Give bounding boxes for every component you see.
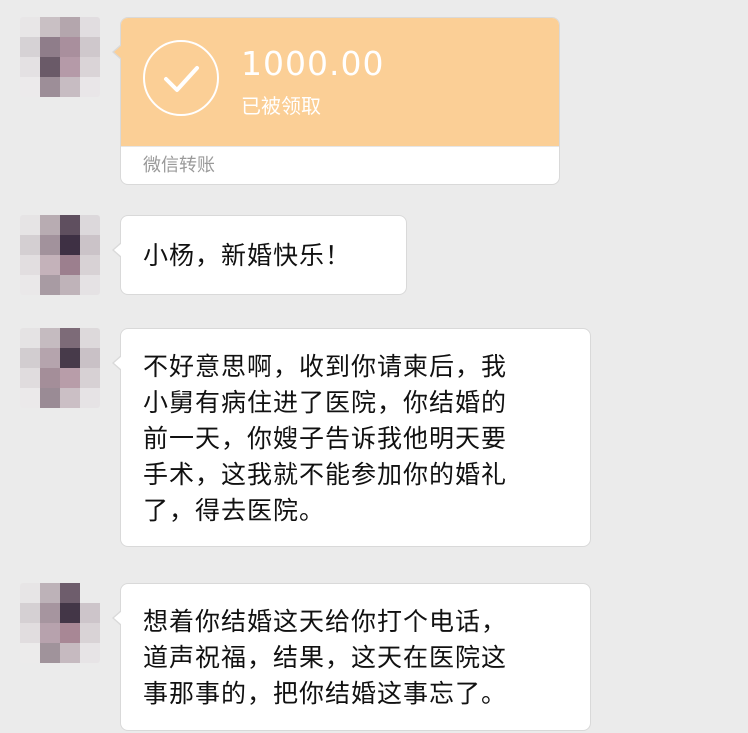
- message-text: 想着你结婚这天给你打个电话， 道声祝福，结果，这天在医院这 事那事的，把你结婚这…: [143, 607, 508, 708]
- avatar[interactable]: [20, 328, 100, 408]
- avatar[interactable]: [20, 215, 100, 295]
- check-icon: [143, 40, 219, 116]
- message-text: 不好意思啊，收到你请柬后，我 小舅有病住进了医院，你结婚的 前一天，你嫂子告诉我…: [143, 352, 508, 525]
- transfer-card[interactable]: 1000.00 已被领取 微信转账: [112, 17, 560, 185]
- message-bubble[interactable]: 不好意思啊，收到你请柬后，我 小舅有病住进了医院，你结婚的 前一天，你嫂子告诉我…: [112, 328, 591, 547]
- message-text: 小杨，新婚快乐！: [143, 241, 352, 270]
- transfer-label: 微信转账: [121, 146, 559, 185]
- transfer-status: 已被领取: [241, 94, 321, 118]
- avatar[interactable]: [20, 17, 100, 97]
- message-bubble[interactable]: 想着你结婚这天给你打个电话， 道声祝福，结果，这天在医院这 事那事的，把你结婚这…: [112, 583, 591, 731]
- avatar[interactable]: [20, 583, 100, 663]
- transfer-card-header: 1000.00 已被领取: [121, 18, 559, 146]
- message-bubble[interactable]: 小杨，新婚快乐！: [112, 215, 407, 295]
- transfer-amount: 1000.00: [241, 44, 385, 83]
